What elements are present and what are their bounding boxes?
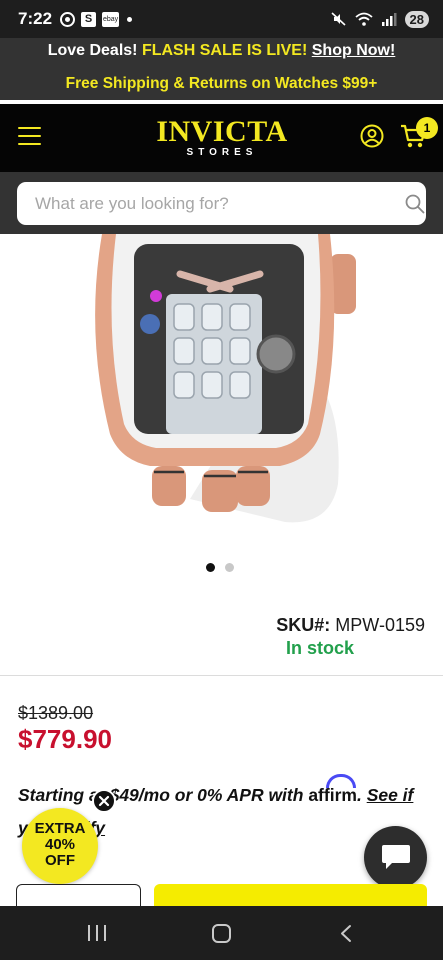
ebay-icon: ebay [102, 11, 120, 27]
see-if-link[interactable]: See if [367, 785, 414, 805]
battery-icon: 28 [404, 10, 429, 28]
promo-banner: Love Deals! FLASH SALE IS LIVE! Shop Now… [0, 38, 443, 100]
carousel-dot-1[interactable] [206, 563, 215, 572]
signal-icon [381, 13, 397, 26]
status-icons: 28 [330, 10, 429, 28]
finance-amount: $49/mo or 0% APR with [109, 785, 304, 805]
love-deals-text: Love Deals! [47, 42, 138, 59]
original-price: $1389.00 [18, 703, 94, 723]
chat-bubble-icon [381, 844, 410, 869]
sale-price: $779.90 [18, 724, 112, 754]
logo-sub-text: STORES [186, 147, 258, 158]
search-icon[interactable] [405, 194, 425, 214]
flash-sale-text: FLASH SALE IS LIVE! [141, 42, 308, 59]
site-header: INVICTA STORES 1 [0, 104, 443, 172]
sku-value: MPW-0159 [335, 615, 425, 635]
cart-count-badge[interactable]: 1 [416, 117, 438, 139]
invicta-logo[interactable]: INVICTA STORES [150, 115, 294, 159]
close-badge-icon[interactable] [92, 789, 116, 813]
financing-text: Starting a $49/mo or 0% APR with affirm.… [18, 774, 438, 806]
account-icon[interactable] [360, 124, 384, 148]
mute-icon [330, 12, 346, 26]
sku-label: SKU#: [276, 615, 331, 635]
image-carousel-dots [206, 563, 234, 572]
extra-off-badge[interactable]: EXTRA 40% OFF [22, 808, 98, 884]
back-icon[interactable] [339, 924, 353, 943]
badge-line2: 40% [44, 836, 76, 853]
affirm-logo: affirm [308, 774, 357, 805]
status-bar: 7:22 S ebay 28 [0, 0, 443, 38]
affirm-dot: . [356, 785, 362, 805]
home-icon[interactable] [212, 924, 231, 943]
search-input[interactable] [35, 182, 375, 225]
status-time: 7:22 [18, 9, 53, 28]
section-divider [0, 675, 443, 676]
affirm-arc-icon [326, 774, 357, 788]
notification-dot-icon [127, 16, 133, 22]
promo-headline: Love Deals! FLASH SALE IS LIVE! Shop Now… [0, 42, 443, 60]
product-image[interactable] [80, 234, 370, 524]
close-icon [98, 795, 110, 807]
s-app-icon: S [81, 11, 97, 27]
sku-line: SKU#: MPW-0159 [276, 615, 425, 636]
wifi-icon [354, 12, 373, 26]
system-nav-bar [0, 906, 443, 960]
search-box[interactable] [17, 182, 426, 225]
search-bar [0, 172, 443, 234]
badge-line3: OFF [45, 852, 75, 869]
shop-now-link[interactable]: Shop Now! [312, 42, 396, 59]
free-shipping-text[interactable]: Free Shipping & Returns on Watches $99+ [0, 75, 443, 93]
recent-apps-icon[interactable] [88, 925, 106, 941]
stock-status: In stock [286, 638, 355, 658]
logo-main-text: INVICTA [156, 115, 288, 148]
affirm-text: affirm [308, 785, 357, 805]
product-page: 7:22 S ebay 28 Love Deals! FLASH SALE IS… [0, 0, 443, 960]
finance-starting: Starting a [18, 785, 99, 805]
chat-button[interactable] [364, 826, 427, 889]
hamburger-menu-icon[interactable] [18, 127, 41, 145]
carousel-dot-2[interactable] [225, 563, 234, 572]
badge-line1: EXTRA [34, 820, 86, 837]
target-icon [60, 11, 76, 27]
